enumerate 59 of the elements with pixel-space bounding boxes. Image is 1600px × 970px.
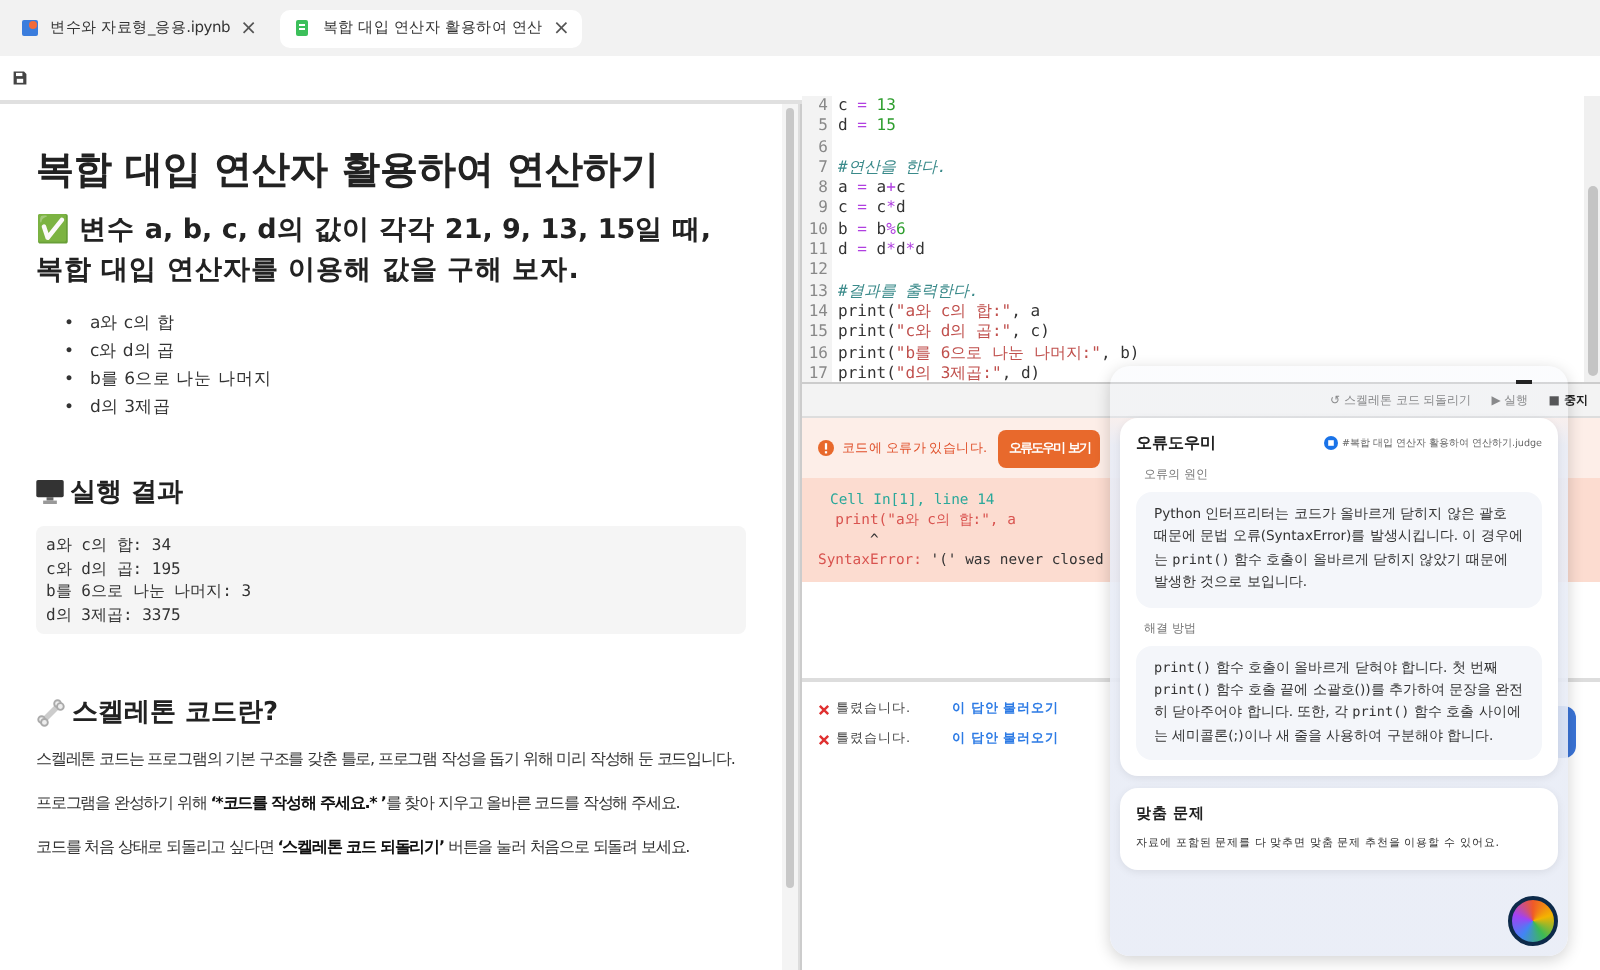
line-number: 9 — [816, 198, 828, 220]
line-number: 6 — [816, 137, 828, 158]
line-number: 15 — [806, 322, 828, 344]
notebook-icon — [20, 18, 40, 38]
bullet: • — [64, 368, 75, 395]
line-number: 13 — [806, 281, 828, 302]
cross-icon — [818, 703, 830, 715]
file-icon — [292, 18, 313, 38]
assistant-title: 오류도우미 — [1136, 432, 1216, 454]
line-number: 17 — [806, 363, 828, 382]
monitor-icon — [36, 480, 64, 505]
code-line: #연산을 한다. — [838, 157, 947, 179]
scrollbar-thumb[interactable] — [786, 108, 794, 888]
paragraph: 코드를 처음 상태로 되돌리고 싶다면 ‘스켈레톤 코드 되돌리기’ 버튼을 눌러 처음으로 되돌려 보세요. — [36, 836, 692, 861]
line-number: 16 — [806, 343, 828, 364]
bullet: • — [64, 340, 75, 367]
code-line: d = 15 — [838, 116, 896, 138]
code-line: #결과를 출력한다. — [838, 281, 979, 302]
paragraph: 프로그램을 완성하기 위해 ‘*코드를 작성해 주세요.* ’를 찾아 지우고 올바른 코드를 작성해 주세요. — [36, 792, 682, 817]
assistant-orb-button[interactable] — [1508, 896, 1558, 946]
code-editor[interactable]: 4 c = 13 5 d = 15 6 7 #연산을 한다. 8 a = a+c 9 c = c*d 10 b = b%6 11 d = d*d*d 12 13 #결과를 출력한다. 14 print("a와 c의 합:", a 15 print("c와 d의 곱:", c) 16 print("b를 6으로 나눈 나머지:", b) 17 print("d의 3제곱:", d) — [802, 96, 1600, 384]
list-item: c와 d의 곱 — [90, 340, 175, 367]
code-line: c = c*d — [838, 198, 906, 220]
line-number: 14 — [806, 301, 828, 323]
line-number: 11 — [806, 240, 828, 261]
document-title: 복합 대입 연산자 활용하여 연산하기 — [36, 146, 661, 196]
minimize-icon[interactable] — [1516, 380, 1532, 383]
code-line: a = a+c — [838, 178, 906, 199]
warning-icon — [818, 440, 834, 456]
document-icon — [1323, 436, 1338, 450]
list-item: b를 6으로 나눈 나머지 — [90, 368, 272, 395]
code-line: print("a와 c의 합:", a — [838, 301, 1041, 323]
close-icon[interactable]: × — [240, 17, 257, 39]
paragraph: 스켈레톤 코드는 프로그램의 기본 구조를 갖춘 틀로, 프로그램 작성을 돕기 위해 미리 작성해 둔 코드입니다. — [36, 748, 737, 773]
code-line: d = d*d*d — [838, 240, 925, 261]
line-number: 4 — [816, 96, 828, 117]
code-line: print("b를 6으로 나눈 나머지:", b) — [838, 343, 1140, 364]
code-line: print("d의 3제곱:", d) — [838, 363, 1041, 382]
section-heading: 스켈레톤 코드란? — [72, 696, 279, 731]
line-number: 8 — [816, 178, 828, 199]
close-icon[interactable]: × — [552, 17, 570, 39]
code-line: b = b%6 — [838, 219, 906, 241]
task-heading: ✅ 변수 a, b, c, d의 값이 각각 21, 9, 13, 15일 때, 복합 대입 연산자를 이용해 값을 구해 보자. — [36, 212, 713, 290]
section-heading: 실행 결과 — [70, 476, 184, 511]
line-number: 7 — [816, 157, 828, 179]
bullet: • — [64, 312, 75, 339]
cross-icon — [818, 733, 830, 745]
save-icon[interactable] — [12, 70, 28, 86]
bullet: • — [64, 396, 75, 423]
output-block: a와 c의 합: 34 c와 d의 곱: 195 b를 6으로 나눈 나머지: 3 d의 3제곱: 3375 — [36, 526, 746, 635]
line-number: 10 — [806, 219, 828, 241]
line-number: 5 — [816, 116, 828, 138]
scrollbar-thumb[interactable] — [1588, 186, 1598, 376]
code-line: print("c와 d의 곱:", c) — [838, 322, 1050, 344]
code-line: c = 13 — [838, 96, 896, 117]
bone-icon — [36, 697, 66, 728]
line-number: 12 — [806, 260, 828, 282]
list-item: d의 3제곱 — [90, 396, 172, 423]
list-item: a와 c의 합 — [90, 312, 175, 339]
